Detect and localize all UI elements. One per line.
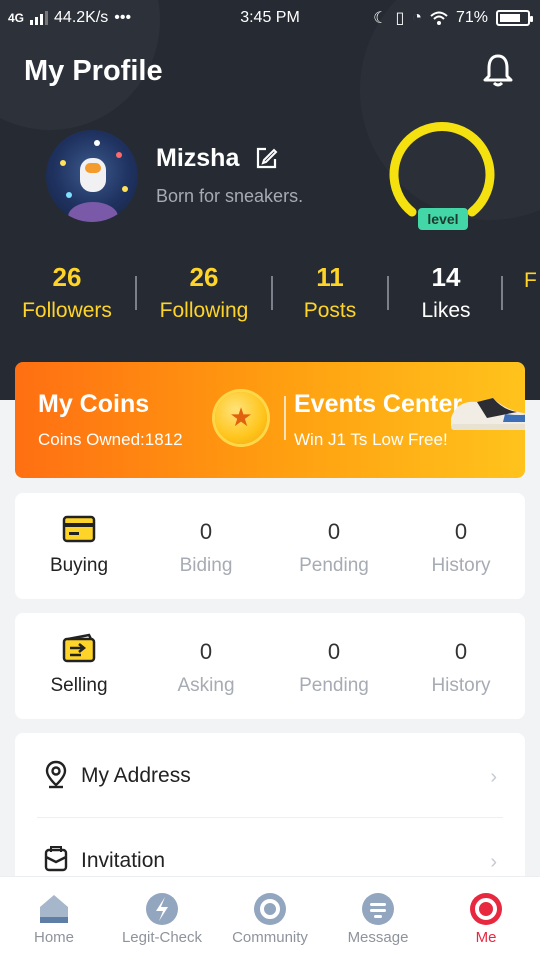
likes-count: 14 xyxy=(431,262,461,292)
profile-bio: Born for sneakers. xyxy=(156,186,304,206)
sneaker-icon[interactable] xyxy=(447,388,525,438)
stat-divider xyxy=(271,276,273,310)
menu-item-address[interactable]: My Address › xyxy=(15,733,525,817)
following-label: Following xyxy=(159,299,249,322)
avatar[interactable] xyxy=(46,130,138,222)
status-bar: 4G 44.2K/s ••• 3:45 PM ☾ ▯ ◔ 71% xyxy=(0,0,540,36)
me-icon xyxy=(470,893,502,925)
stats-row: 26 Followers 26 Following 11 Posts 14 Li… xyxy=(0,262,540,332)
legit-check-icon xyxy=(146,893,178,925)
settings-menu: My Address › Invitation › xyxy=(15,733,525,893)
buying-label[interactable]: Buying xyxy=(31,555,127,577)
following-count: 26 xyxy=(189,262,219,292)
edit-icon[interactable] xyxy=(254,146,278,170)
tab-legit-check[interactable]: Legit-Check xyxy=(108,877,216,960)
likes-label: Likes xyxy=(421,299,471,322)
wifi-icon xyxy=(430,11,448,25)
coin-icon[interactable]: ★ xyxy=(215,392,267,444)
message-icon xyxy=(362,893,394,925)
selling-card: Selling 0 Asking 0 Pending 0 History xyxy=(15,613,525,719)
selling-asking[interactable]: 0 Asking xyxy=(146,613,266,719)
events-subtitle: Win J1 Ts Low Free! xyxy=(294,430,448,449)
battery-percent: 71% xyxy=(455,9,488,26)
moon-icon: ☾ xyxy=(373,10,388,27)
menu-label-address: My Address xyxy=(81,764,191,787)
promo-banner: My Coins Coins Owned:1812 ★ Events Cente… xyxy=(15,362,525,478)
tab-me[interactable]: Me xyxy=(432,877,540,960)
stat-following[interactable]: 26 Following xyxy=(150,262,258,324)
stat-divider xyxy=(135,276,137,310)
battery-icon xyxy=(496,10,533,26)
level-badge: level xyxy=(418,208,468,230)
selling-label[interactable]: Selling xyxy=(31,675,127,697)
stat-partial[interactable]: F xyxy=(524,262,540,294)
stat-followers[interactable]: 26 Followers xyxy=(14,262,120,324)
partial-stat-label: F xyxy=(524,269,537,292)
buying-biding[interactable]: 0 Biding xyxy=(146,493,266,599)
alarm-icon: ◔ xyxy=(412,9,422,26)
stat-divider xyxy=(501,276,503,310)
location-pin-icon xyxy=(45,760,67,789)
my-coins-title[interactable]: My Coins xyxy=(38,390,149,419)
community-icon xyxy=(254,893,286,925)
stat-likes[interactable]: 14 Likes xyxy=(398,262,494,324)
vibrate-icon: ▯ xyxy=(395,10,405,27)
followers-count: 26 xyxy=(52,262,82,292)
invitation-icon xyxy=(44,846,68,872)
bell-icon[interactable] xyxy=(480,52,516,88)
buying-card: Buying 0 Biding 0 Pending 0 History xyxy=(15,493,525,599)
page-title: My Profile xyxy=(24,55,163,87)
menu-label-invitation: Invitation xyxy=(81,849,166,872)
stat-divider xyxy=(387,276,389,310)
selling-pending[interactable]: 0 Pending xyxy=(274,613,394,719)
chevron-right-icon: › xyxy=(490,766,497,788)
buying-history[interactable]: 0 History xyxy=(401,493,521,599)
tab-home[interactable]: Home xyxy=(0,877,108,960)
clock: 3:45 PM xyxy=(240,9,300,26)
selling-wallet-icon[interactable] xyxy=(61,633,97,667)
astronaut-image xyxy=(80,158,106,192)
posts-count: 11 xyxy=(316,262,344,292)
buying-pending[interactable]: 0 Pending xyxy=(274,493,394,599)
bottom-tab-bar: Home Legit-Check Community Message Me xyxy=(0,876,540,960)
chevron-right-icon: › xyxy=(490,851,497,873)
coins-owned: Coins Owned:1812 xyxy=(38,430,183,449)
tab-community[interactable]: Community xyxy=(216,877,324,960)
selling-history[interactable]: 0 History xyxy=(401,613,521,719)
profile-name: Mizsha xyxy=(156,144,240,172)
followers-label: Followers xyxy=(22,299,112,322)
posts-label: Posts xyxy=(303,299,357,322)
tab-message[interactable]: Message xyxy=(324,877,432,960)
home-icon xyxy=(40,895,68,923)
stat-posts[interactable]: 11 Posts xyxy=(280,262,380,324)
buying-card-icon[interactable] xyxy=(61,513,97,547)
events-center-title[interactable]: Events Center xyxy=(294,390,462,419)
